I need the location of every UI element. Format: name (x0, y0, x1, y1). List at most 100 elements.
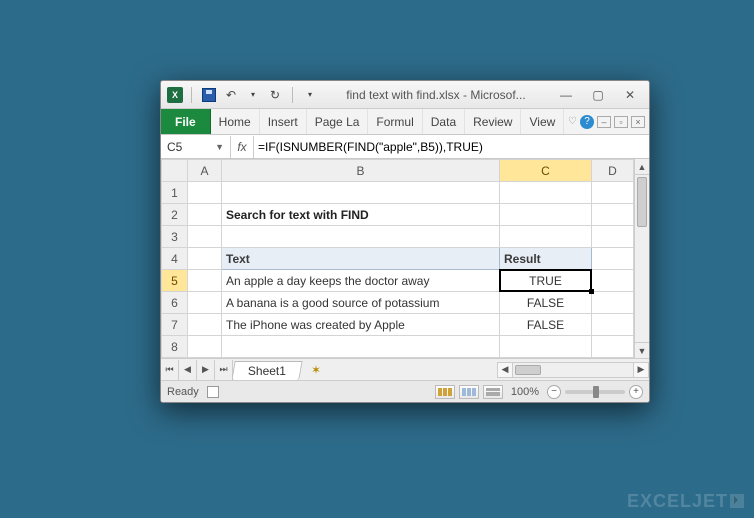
cell-C8[interactable] (500, 336, 592, 358)
hscroll-track[interactable] (513, 362, 633, 378)
sheet-nav-first[interactable]: ⏮ (161, 360, 179, 380)
undo-button[interactable]: ↶ (222, 86, 240, 104)
row-header-2[interactable]: 2 (162, 204, 188, 226)
zoom-out-button[interactable]: − (547, 385, 561, 399)
cell-C3[interactable] (500, 226, 592, 248)
row-header-6[interactable]: 6 (162, 292, 188, 314)
cell-D7[interactable] (592, 314, 634, 336)
cell-A8[interactable] (188, 336, 222, 358)
page-layout-view-button[interactable] (459, 385, 479, 399)
row-header-8[interactable]: 8 (162, 336, 188, 358)
hscroll-left-button[interactable]: ◀ (497, 362, 513, 378)
cell-C5[interactable]: TRUE (500, 270, 592, 292)
cell-C2[interactable] (500, 204, 592, 226)
sheet-nav-last[interactable]: ⏭ (215, 360, 233, 380)
ribbon-close-button[interactable]: × (631, 116, 645, 128)
watermark: EXCELJET (627, 491, 744, 512)
cell-A1[interactable] (188, 182, 222, 204)
ribbon-tab-pagelayout[interactable]: Page La (307, 109, 369, 134)
cell-C6[interactable]: FALSE (500, 292, 592, 314)
ribbon-restore-button[interactable]: ▫ (614, 116, 628, 128)
ribbon-tab-view[interactable]: View (521, 109, 564, 134)
scroll-up-button[interactable]: ▲ (635, 159, 649, 175)
cell-B4[interactable]: Text (222, 248, 500, 270)
ribbon-chevron-icon[interactable]: ♡ (568, 116, 577, 127)
fx-icon[interactable]: fx (231, 140, 253, 154)
vertical-scrollbar[interactable]: ▲ ▼ (634, 159, 649, 358)
select-all-corner[interactable] (162, 160, 188, 182)
formula-bar[interactable] (253, 136, 649, 158)
qat-customize-button[interactable]: ▾ (301, 86, 319, 104)
col-header-B[interactable]: B (222, 160, 500, 182)
cell-A4[interactable] (188, 248, 222, 270)
cell-B2[interactable]: Search for text with FIND (222, 204, 500, 226)
row-header-7[interactable]: 7 (162, 314, 188, 336)
row-header-3[interactable]: 3 (162, 226, 188, 248)
col-header-A[interactable]: A (188, 160, 222, 182)
cell-D4[interactable] (592, 248, 634, 270)
minimize-button[interactable]: — (553, 87, 579, 103)
hscroll-thumb[interactable] (515, 365, 541, 375)
row-header-4[interactable]: 4 (162, 248, 188, 270)
cell-A6[interactable] (188, 292, 222, 314)
sheet-nav-next[interactable]: ▶ (197, 360, 215, 380)
maximize-button[interactable]: ▢ (585, 87, 611, 103)
page-break-view-button[interactable] (483, 385, 503, 399)
col-header-C[interactable]: C (500, 160, 592, 182)
cell-D2[interactable] (592, 204, 634, 226)
cell-D6[interactable] (592, 292, 634, 314)
ribbon-tab-insert[interactable]: Insert (260, 109, 307, 134)
help-icon[interactable]: ? (580, 115, 594, 129)
cell-D5[interactable] (592, 270, 634, 292)
row-header-1[interactable]: 1 (162, 182, 188, 204)
horizontal-scrollbar[interactable]: ◀ ▶ (497, 362, 649, 378)
cell-C7[interactable]: FALSE (500, 314, 592, 336)
scroll-thumb[interactable] (637, 177, 647, 227)
ribbon-minimize-button[interactable]: – (597, 116, 611, 128)
zoom-slider-thumb[interactable] (593, 386, 599, 398)
cell-A2[interactable] (188, 204, 222, 226)
ribbon-tab-home[interactable]: Home (211, 109, 260, 134)
cell-B8[interactable] (222, 336, 500, 358)
spreadsheet-grid[interactable]: A B C D 1 2 Search for text with FIND (161, 159, 634, 358)
cell-A7[interactable] (188, 314, 222, 336)
ribbon-tab-review[interactable]: Review (465, 109, 521, 134)
cell-D1[interactable] (592, 182, 634, 204)
cell-A3[interactable] (188, 226, 222, 248)
redo-button[interactable]: ↻ (266, 86, 284, 104)
file-tab[interactable]: File (161, 109, 211, 134)
scroll-track[interactable] (635, 175, 649, 342)
ribbon-tab-formulas[interactable]: Formul (368, 109, 422, 134)
col-header-D[interactable]: D (592, 160, 634, 182)
excel-app-icon[interactable]: X (167, 87, 183, 103)
zoom-in-button[interactable]: + (629, 385, 643, 399)
sheet-nav-prev[interactable]: ◀ (179, 360, 197, 380)
row-header-5[interactable]: 5 (162, 270, 188, 292)
macro-record-icon[interactable] (207, 386, 219, 398)
sheet-tab-sheet1[interactable]: Sheet1 (231, 361, 302, 380)
name-box[interactable]: C5 ▼ (161, 136, 231, 158)
zoom-level[interactable]: 100% (507, 386, 543, 398)
zoom-slider[interactable] (565, 390, 625, 394)
cell-C4[interactable]: Result (500, 248, 592, 270)
cell-C1[interactable] (500, 182, 592, 204)
normal-view-button[interactable] (435, 385, 455, 399)
scroll-down-button[interactable]: ▼ (635, 342, 649, 358)
undo-dropdown[interactable]: ▾ (244, 86, 262, 104)
formula-bar-row: C5 ▼ fx (161, 135, 649, 159)
cell-B3[interactable] (222, 226, 500, 248)
cell-B6[interactable]: A banana is a good source of potassium (222, 292, 500, 314)
cell-B7[interactable]: The iPhone was created by Apple (222, 314, 500, 336)
save-button[interactable] (200, 86, 218, 104)
cell-B5[interactable]: An apple a day keeps the doctor away (222, 270, 500, 292)
name-box-dropdown-icon[interactable]: ▼ (215, 142, 224, 152)
cell-D8[interactable] (592, 336, 634, 358)
cell-B1[interactable] (222, 182, 500, 204)
name-box-value: C5 (167, 140, 182, 154)
new-sheet-button[interactable]: ✶ (305, 362, 327, 378)
close-button[interactable]: ✕ (617, 87, 643, 103)
hscroll-right-button[interactable]: ▶ (633, 362, 649, 378)
cell-D3[interactable] (592, 226, 634, 248)
ribbon-tab-data[interactable]: Data (423, 109, 465, 134)
cell-A5[interactable] (188, 270, 222, 292)
